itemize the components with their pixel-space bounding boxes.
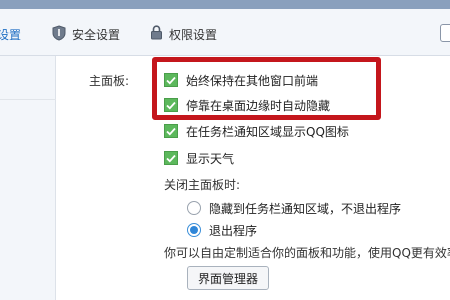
radio-exit-program[interactable]: 退出程序 <box>187 221 257 239</box>
radio-hide-to-tray-label: 隐藏到任务栏通知区域，不退出程序 <box>209 201 402 216</box>
shield-icon <box>52 24 66 44</box>
window-title-strip <box>0 0 450 9</box>
radio-exit-program-label: 退出程序 <box>209 223 258 238</box>
checkbox-checked-icon[interactable] <box>164 151 178 165</box>
radio-unselected-icon[interactable] <box>187 201 201 215</box>
left-pane-divider <box>0 99 56 100</box>
settings-tab-bar: 设置 安全设置 权限设置 <box>0 9 450 56</box>
tab-settings-label: 设置 <box>0 27 22 42</box>
tab-bar-right-button[interactable] <box>440 24 450 42</box>
checkbox-checked-icon[interactable] <box>164 124 178 138</box>
main-panel-label: 主面板: <box>89 74 130 88</box>
tab-permission-label: 权限设置 <box>169 27 218 42</box>
radio-selected-icon[interactable] <box>187 223 201 237</box>
tab-settings[interactable]: 设置 <box>0 23 21 45</box>
lock-icon <box>150 25 163 43</box>
red-highlight-box <box>152 57 381 120</box>
tab-security-settings[interactable]: 安全设置 <box>52 23 120 45</box>
option-show-tray-icon[interactable]: 在任务栏通知区域显示QQ图标 <box>164 122 349 140</box>
tab-security-label: 安全设置 <box>72 27 121 42</box>
option-show-weather[interactable]: 显示天气 <box>164 149 234 167</box>
tab-permission-settings[interactable]: 权限设置 <box>150 23 217 45</box>
option-show-tray-icon-label: 在任务栏通知区域显示QQ图标 <box>186 124 349 139</box>
close-panel-heading: 关闭主面板时: <box>164 178 241 192</box>
customization-hint: 你可以自由定制适合你的面板和功能，使用QQ更有效率 <box>164 246 450 260</box>
option-show-weather-label: 显示天气 <box>186 151 235 166</box>
interface-manager-button[interactable]: 界面管理器 <box>187 266 269 290</box>
left-navigation-pane <box>0 56 56 300</box>
radio-hide-to-tray[interactable]: 隐藏到任务栏通知区域，不退出程序 <box>187 199 401 217</box>
